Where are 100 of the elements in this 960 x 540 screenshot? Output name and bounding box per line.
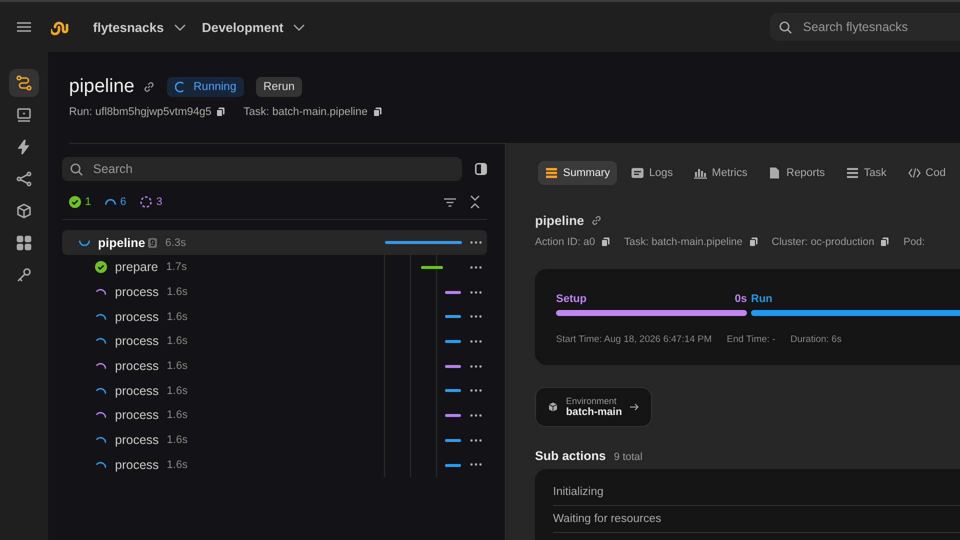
node-name: prepare (115, 260, 158, 274)
node-duration: 1.6s (166, 434, 188, 446)
search-field[interactable]: Search flytesnacks (801, 19, 945, 35)
rerun-button[interactable]: Rerun (256, 77, 302, 97)
copy-icon[interactable] (216, 107, 226, 117)
panel-toggle-icon[interactable] (475, 163, 487, 175)
tab[interactable]: Metrics (686, 161, 754, 185)
arrow-right-icon (630, 403, 640, 411)
duration-bar (445, 464, 461, 466)
cube-icon (548, 402, 558, 412)
tree-row[interactable]: prepare 1.7s (62, 255, 487, 280)
tree-row[interactable]: process 1.6s (62, 378, 487, 404)
group-heading: Waiting for resources (553, 506, 960, 533)
node-name: process (115, 285, 159, 300)
section-title: Sub actions (535, 449, 606, 463)
flow-nav-icon[interactable] (9, 69, 39, 97)
more-icon[interactable] (470, 438, 482, 442)
tree-row[interactable]: process 1.6s (62, 428, 487, 452)
duration-bar (445, 438, 461, 442)
domain-dropdown[interactable]: Development (202, 16, 306, 38)
copy-icon[interactable] (748, 237, 758, 247)
spinner-icon (78, 240, 90, 246)
task-name: Task: batch-main.pipeline (243, 106, 368, 118)
node-duration: 1.6s (166, 310, 188, 323)
tab[interactable]: Summary (538, 161, 618, 185)
menu-icon[interactable] (17, 22, 31, 32)
link-icon[interactable] (591, 215, 602, 226)
spinner-icon (96, 412, 106, 418)
total-count: 9 total (614, 451, 642, 463)
tree-row[interactable]: process 1.6s (62, 304, 487, 330)
node-duration: 1.6s (166, 458, 188, 471)
more-icon[interactable] (470, 364, 482, 368)
reports-tab-icon (768, 167, 782, 179)
copy-icon[interactable] (601, 237, 610, 247)
node-name: process (115, 384, 159, 398)
tab[interactable]: Task (838, 161, 894, 185)
run-title: pipeline (69, 76, 134, 98)
more-icon[interactable] (470, 414, 482, 417)
search-icon (779, 20, 792, 34)
chevron-down-icon (293, 24, 306, 30)
phase-label: Run (751, 293, 772, 305)
logs-tab-icon (631, 167, 644, 179)
chevron-down-icon (174, 24, 186, 30)
run-id: Run: ufl8bm5hgjwp5vtm94g5 (69, 106, 212, 118)
search-field[interactable]: Search (91, 161, 235, 177)
duration-bar (445, 414, 461, 418)
tab[interactable]: Reports (761, 161, 832, 185)
tree-row[interactable]: pipeline 9 6.3s (62, 230, 487, 255)
spinner-icon (96, 462, 106, 468)
tree-row[interactable]: process 1.6s (62, 452, 487, 478)
summary-tab-icon (545, 167, 558, 179)
project-dropdown[interactable]: flytesnacks (93, 16, 186, 38)
tree-row[interactable]: process 1.6s (62, 403, 487, 428)
node-duration: 1.6s (166, 335, 188, 348)
duration-bar (445, 389, 461, 392)
node-name: process (115, 359, 159, 374)
metrics-tab-icon (694, 167, 707, 179)
link-icon[interactable] (142, 81, 154, 93)
search-bar[interactable]: Search (62, 157, 462, 181)
tree-row[interactable]: process 1.6s (62, 354, 487, 378)
node-name: pipeline (98, 236, 146, 250)
tab[interactable]: Logs (624, 161, 680, 185)
node-duration: 1.6s (166, 286, 188, 298)
node-duration: 1.6s (166, 409, 188, 422)
search-bar[interactable]: Search flytesnacks (770, 13, 960, 41)
phase-duration: 0s (734, 293, 747, 305)
child-count-badge: 9 (148, 238, 158, 248)
more-icon[interactable] (470, 266, 482, 269)
copy-icon[interactable] (880, 237, 890, 247)
action-meta: Pod: (903, 236, 925, 248)
timeline-stat: Start Time: Aug 18, 2026 6:47:14 PM (556, 334, 712, 345)
spinner-icon (174, 81, 184, 93)
status-count: 3 (156, 196, 162, 208)
duration-bar (445, 340, 461, 344)
duration-bar (445, 315, 461, 318)
action-meta: Action ID: a0 (535, 236, 596, 248)
spinner-icon (96, 289, 106, 296)
more-icon[interactable] (470, 315, 482, 318)
node-duration: 1.6s (166, 360, 188, 372)
more-icon[interactable] (470, 241, 482, 244)
node-name: process (115, 408, 159, 422)
more-icon[interactable] (470, 340, 482, 343)
node-duration: 1.7s (166, 261, 187, 274)
spinner-icon (96, 314, 106, 320)
more-icon[interactable] (470, 389, 482, 392)
timeline-stat: End Time: - (726, 334, 776, 345)
tab[interactable]: Cod (900, 161, 953, 185)
filter-icon[interactable] (444, 198, 456, 206)
group-heading: Initializing (553, 479, 960, 506)
search-icon (70, 162, 83, 176)
collapse-icon[interactable] (470, 195, 480, 209)
phase-label: Setup (556, 293, 587, 305)
copy-icon[interactable] (372, 107, 382, 117)
duration-bar (445, 290, 461, 294)
more-icon[interactable] (470, 290, 482, 294)
tree-row[interactable]: process 1.6s (62, 329, 487, 354)
node-duration: 1.6s (166, 384, 188, 397)
environment-link[interactable]: Environment batch-main (535, 387, 652, 427)
tree-row[interactable]: process 1.6s (62, 280, 487, 304)
more-icon[interactable] (470, 463, 482, 466)
